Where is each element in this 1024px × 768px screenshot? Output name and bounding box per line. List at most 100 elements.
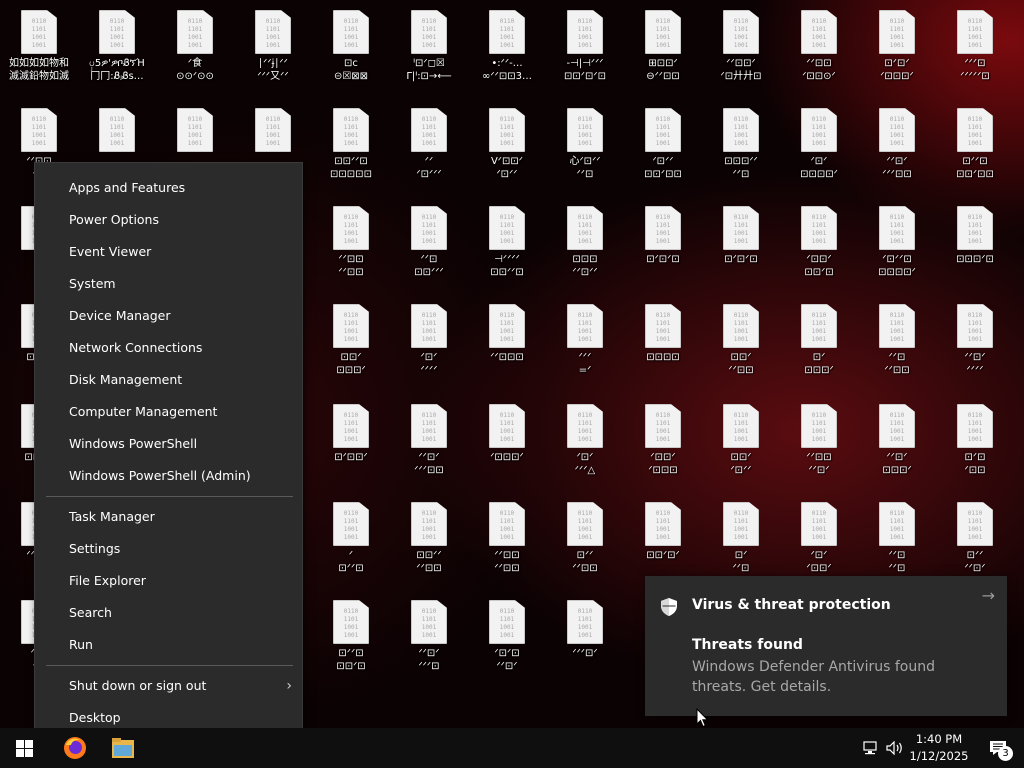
desktop-file-label: ᐟᐟ⊡⊡ ᐟ⊡⊡⊙ᐟ [802,58,836,82]
menu-computer-management[interactable]: Computer Management [35,397,302,427]
desktop-file-icon[interactable]: 0110 1101 1001 1001 ⊣ᐟᐟᐟᐟ ⊡⊡ᐟᐟ⊡ [468,198,546,294]
start-button[interactable] [0,728,48,768]
desktop-file-icon[interactable]: 0110 1101 1001 1001 ᐟᐟ⊡ᐟ ⊡⊡⊡ᐟ [858,396,936,492]
desktop-file-icon[interactable]: 0110 1101 1001 1001 ⊡⊡ᐟᐟ⊡ ⊡⊡⊡⊡⊡ [312,100,390,196]
menu-file-explorer[interactable]: File Explorer [35,566,302,596]
desktop-file-icon[interactable]: 0110 1101 1001 1001 ᐟᐟᐟ⊡ ᐟᐟᐟᐟᐟ⊡ [936,2,1014,98]
desktop-file-icon[interactable]: 0110 1101 1001 1001 ᐟᐟ⊡ᐟ ᐟᐟᐟᐟ [936,296,1014,392]
desktop-file-icon[interactable]: 0110 1101 1001 1001 ᐟ⊡ᐟᐟ⊡ ⊡⊡⊡⊡ᐟ [858,198,936,294]
menu-power-options[interactable]: Power Options [35,205,302,235]
desktop-file-label: ᐟᐟ⊡⊡ ᐟᐟ⊡⊡ [494,550,520,574]
desktop-file-icon[interactable]: 0110 1101 1001 1001 ᐟ⊡⊡ᐟ ᐟ⊡⊡⊡ [624,396,702,492]
desktop-file-icon[interactable]: 0110 1101 1001 1001 ᐟᐟ⊡⊡⊡ [468,296,546,392]
desktop-file-icon[interactable]: 0110 1101 1001 1001 ∣ᐟᐟɉ∣ᐟᐟ ᐟᐟᐟ又ᐟᐟ [234,2,312,98]
desktop-file-icon[interactable]: 0110 1101 1001 1001 如如如如物和 滅滅鉛物如滅 [0,2,78,98]
desktop-file-label: ᐟᐟ⊡⊡ ᐟᐟ⊡ᐟ [806,452,832,476]
desktop-file-icon[interactable]: 0110 1101 1001 1001 ᐟ ⊡ᐟᐟ⊡ [312,494,390,590]
desktop-file-icon[interactable]: 0110 1101 1001 1001 ⊡⊡⊡ ᐟᐟ⊡ᐟᐟ [546,198,624,294]
desktop-file-icon[interactable]: 0110 1101 1001 1001 ⊡⊡ᐟ ᐟ⊡ᐟᐟ [702,396,780,492]
desktop-file-icon[interactable]: 0110 1101 1001 1001 ⊡ᐟ⊡⊡ᐟ [312,396,390,492]
desktop-file-icon[interactable]: 0110 1101 1001 1001 ᑊ⊡ᐟ◻☒ Γ|ᑊ:⊡→⟵ [390,2,468,98]
binary-file-icon: 0110 1101 1001 1001 [21,108,57,152]
file-explorer-taskbar-button[interactable] [100,728,146,768]
desktop-file-label: ᐟ⊡ᐟ ⊡⊡⊡⊡ᐟ [800,156,838,180]
desktop-file-icon[interactable]: 0110 1101 1001 1001 ⊡c ⊝☒⊠⊠ [312,2,390,98]
desktop-file-icon[interactable]: 0110 1101 1001 1001 ᐟᐟ⊡ᐟ ᐟᐟᐟ⊡⊡ [858,100,936,196]
desktop-file-icon[interactable]: 0110 1101 1001 1001 ᐟᐟ⊡ ⊡⊡ᐟᐟᐟ [390,198,468,294]
desktop-file-icon[interactable]: 0110 1101 1001 1001 •:ᐟᐟ-… ∞ᐟᐟ⊡⊡3… [468,2,546,98]
desktop-file-icon[interactable]: 0110 1101 1001 1001 ၦ5ዎ'ዎቦᏰኘΉ 冂冂:ᏰⱼᏰs… [78,2,156,98]
desktop-file-label: ᐟᐟ⊡ᐟ ᐟᐟᐟ⊡⊡ [414,452,444,476]
binary-file-icon: 0110 1101 1001 1001 [567,10,603,54]
desktop-file-icon[interactable]: 0110 1101 1001 1001 ⊡ᐟ⊡ᐟ⊡ [624,198,702,294]
menu-shut-down-or-sign-out[interactable]: Shut down or sign out › [35,671,302,701]
menu-settings[interactable]: Settings [35,534,302,564]
menu-search[interactable]: Search [35,598,302,628]
desktop-file-icon[interactable]: 0110 1101 1001 1001 ᐟᐟ⊡ ᐟᐟ⊡⊡ [858,296,936,392]
menu-task-manager[interactable]: Task Manager [35,502,302,532]
volume-icon[interactable] [883,728,907,768]
firefox-taskbar-button[interactable] [52,728,98,768]
desktop-file-icon[interactable]: 0110 1101 1001 1001 ⊡⊡⊡⊡ [624,296,702,392]
desktop-file-label: ⊡c ⊝☒⊠⊠ [333,58,369,82]
desktop-file-icon[interactable]: 0110 1101 1001 1001 Vᐟ⊡⊡ᐟ ᐟ⊡ᐟᐟ [468,100,546,196]
binary-file-icon: 0110 1101 1001 1001 [645,304,681,348]
desktop-file-icon[interactable]: 0110 1101 1001 1001 ᐟᐟᐟ⊡ᐟ [546,592,624,688]
menu-system[interactable]: System [35,269,302,299]
desktop-file-label: ⊡⊡⊡⊡ [646,352,680,363]
desktop-file-icon[interactable]: 0110 1101 1001 1001 ⊡⊡⊡ᐟ⊡ [936,198,1014,294]
binary-file-icon: 0110 1101 1001 1001 [723,304,759,348]
desktop-file-icon[interactable]: 0110 1101 1001 1001 ᐟ⊡ᐟᐟ ⊡⊡ᐟ⊡⊡ [624,100,702,196]
desktop-file-icon[interactable]: 0110 1101 1001 1001 ᐟ⊡ᐟ ᐟᐟᐟᐟ [390,296,468,392]
menu-run[interactable]: Run [35,630,302,660]
binary-file-icon: 0110 1101 1001 1001 [957,108,993,152]
desktop-file-icon[interactable]: 0110 1101 1001 1001 ⊡⊡ᐟ ⊡⊡⊡ᐟ [312,296,390,392]
desktop-file-icon[interactable]: 0110 1101 1001 1001 ⊡ᐟᐟ⊡ ⊡⊡ᐟ⊡ [312,592,390,688]
menu-disk-management[interactable]: Disk Management [35,365,302,395]
desktop-file-icon[interactable]: 0110 1101 1001 1001 ᐟᐟ⊡⊡ᐟ ᐟ⊡廾廾⊡ [702,2,780,98]
desktop-file-icon[interactable]: 0110 1101 1001 1001 ⊞⊡⊡ᐟ ⊖ᐟᐟ⊡⊡ [624,2,702,98]
network-icon[interactable] [859,728,883,768]
desktop-file-icon[interactable]: 0110 1101 1001 1001 ᐟ食 ⊙⊙ᐟ⊙⊙ [156,2,234,98]
desktop-file-icon[interactable]: 0110 1101 1001 1001 ⊡⊡ᐟᐟ ᐟᐟ⊡⊡ [390,494,468,590]
desktop-file-icon[interactable]: 0110 1101 1001 1001 ᐟᐟ⊡⊡ ᐟᐟ⊡⊡ [468,494,546,590]
defender-notification[interactable]: Virus & threat protection → Threats foun… [645,576,1007,716]
desktop-file-icon[interactable]: 0110 1101 1001 1001 ᐟᐟᐟ =ᐟ [546,296,624,392]
desktop-file-icon[interactable]: 0110 1101 1001 1001 ᐟᐟ⊡ᐟ ᐟᐟᐟ⊡⊡ [390,396,468,492]
desktop-file-icon[interactable]: 0110 1101 1001 1001 ⊡ᐟ⊡ ᐟ⊡⊡ [936,396,1014,492]
desktop-file-icon[interactable]: 0110 1101 1001 1001 ⊡ᐟ⊡ᐟ⊡ [702,198,780,294]
desktop-file-icon[interactable]: 0110 1101 1001 1001 ⊡ᐟ⊡ᐟ ᐟ⊡⊡⊡ᐟ [858,2,936,98]
arrow-right-icon[interactable]: → [982,586,995,605]
desktop-file-label: ⊡⊡ᐟᐟ ᐟᐟ⊡⊡ [416,550,442,574]
menu-event-viewer[interactable]: Event Viewer [35,237,302,267]
system-clock[interactable]: 1:40 PM 1/12/2025 [906,731,972,765]
desktop-file-label: ⊡ᐟᐟ ᐟᐟ⊡ᐟ [964,550,986,574]
desktop-file-icon[interactable]: 0110 1101 1001 1001 ⊡ᐟ ⊡⊡⊡ᐟ [780,296,858,392]
desktop-file-label: ⊡ᐟ ⊡⊡⊡ᐟ [804,352,834,376]
desktop-file-icon[interactable]: 0110 1101 1001 1001 心ᐟ⊡ᐟᐟ ᐟᐟ⊡ [546,100,624,196]
binary-file-icon: 0110 1101 1001 1001 [489,404,525,448]
desktop-file-icon[interactable]: 0110 1101 1001 1001 ᐟ⊡ᐟ ᐟᐟᐟ△ [546,396,624,492]
desktop-file-label: ᐟᐟ⊡⊡⊡ [490,352,524,363]
binary-file-icon: 0110 1101 1001 1001 [333,108,369,152]
action-center-button[interactable]: 3 [978,728,1018,768]
desktop-file-icon[interactable]: 0110 1101 1001 1001 ᐟᐟ⊡⊡ ᐟᐟ⊡⊡ [312,198,390,294]
desktop-file-icon[interactable]: 0110 1101 1001 1001 -⊣|⊣ᐟᐟᐟ ⊡⊡ᐟ⊡ᐟ⊡ [546,2,624,98]
menu-apps-and-features[interactable]: Apps and Features [35,173,302,203]
desktop-file-icon[interactable]: 0110 1101 1001 1001 ᐟ⊡ᐟ⊡ ᐟᐟ⊡ᐟ [468,592,546,688]
desktop-file-icon[interactable]: 0110 1101 1001 1001 ᐟ⊡⊡ᐟ ⊡⊡ᐟ⊡ [780,198,858,294]
desktop-file-icon[interactable]: 0110 1101 1001 1001 ⊡ᐟᐟ ᐟᐟ⊡⊡ [546,494,624,590]
desktop-file-icon[interactable]: 0110 1101 1001 1001 ⊡⊡⊡ᐟᐟ ᐟᐟ⊡ [702,100,780,196]
desktop-file-icon[interactable]: 0110 1101 1001 1001 ⊡⊡ᐟ ᐟᐟ⊡⊡ [702,296,780,392]
desktop-file-icon[interactable]: 0110 1101 1001 1001 ᐟ⊡ᐟ ⊡⊡⊡⊡ᐟ [780,100,858,196]
menu-windows-powershell-admin[interactable]: Windows PowerShell (Admin) [35,461,302,491]
menu-device-manager[interactable]: Device Manager [35,301,302,331]
desktop-file-icon[interactable]: 0110 1101 1001 1001 ᐟᐟ ᐟ⊡ᐟᐟᐟ [390,100,468,196]
menu-network-connections[interactable]: Network Connections [35,333,302,363]
desktop-file-icon[interactable]: 0110 1101 1001 1001 ⊡ᐟᐟ⊡ ⊡⊡ᐟ⊡⊡ [936,100,1014,196]
desktop-file-icon[interactable]: 0110 1101 1001 1001 ᐟᐟ⊡⊡ ᐟᐟ⊡ᐟ [780,396,858,492]
desktop-file-icon[interactable]: 0110 1101 1001 1001 ᐟᐟ⊡⊡ ᐟ⊡⊡⊙ᐟ [780,2,858,98]
desktop-file-icon[interactable]: 0110 1101 1001 1001 ᐟ⊡⊡⊡ᐟ [468,396,546,492]
menu-windows-powershell[interactable]: Windows PowerShell [35,429,302,459]
desktop-file-icon[interactable]: 0110 1101 1001 1001 ᐟᐟ⊡ᐟ ᐟᐟᐟ⊡ [390,592,468,688]
